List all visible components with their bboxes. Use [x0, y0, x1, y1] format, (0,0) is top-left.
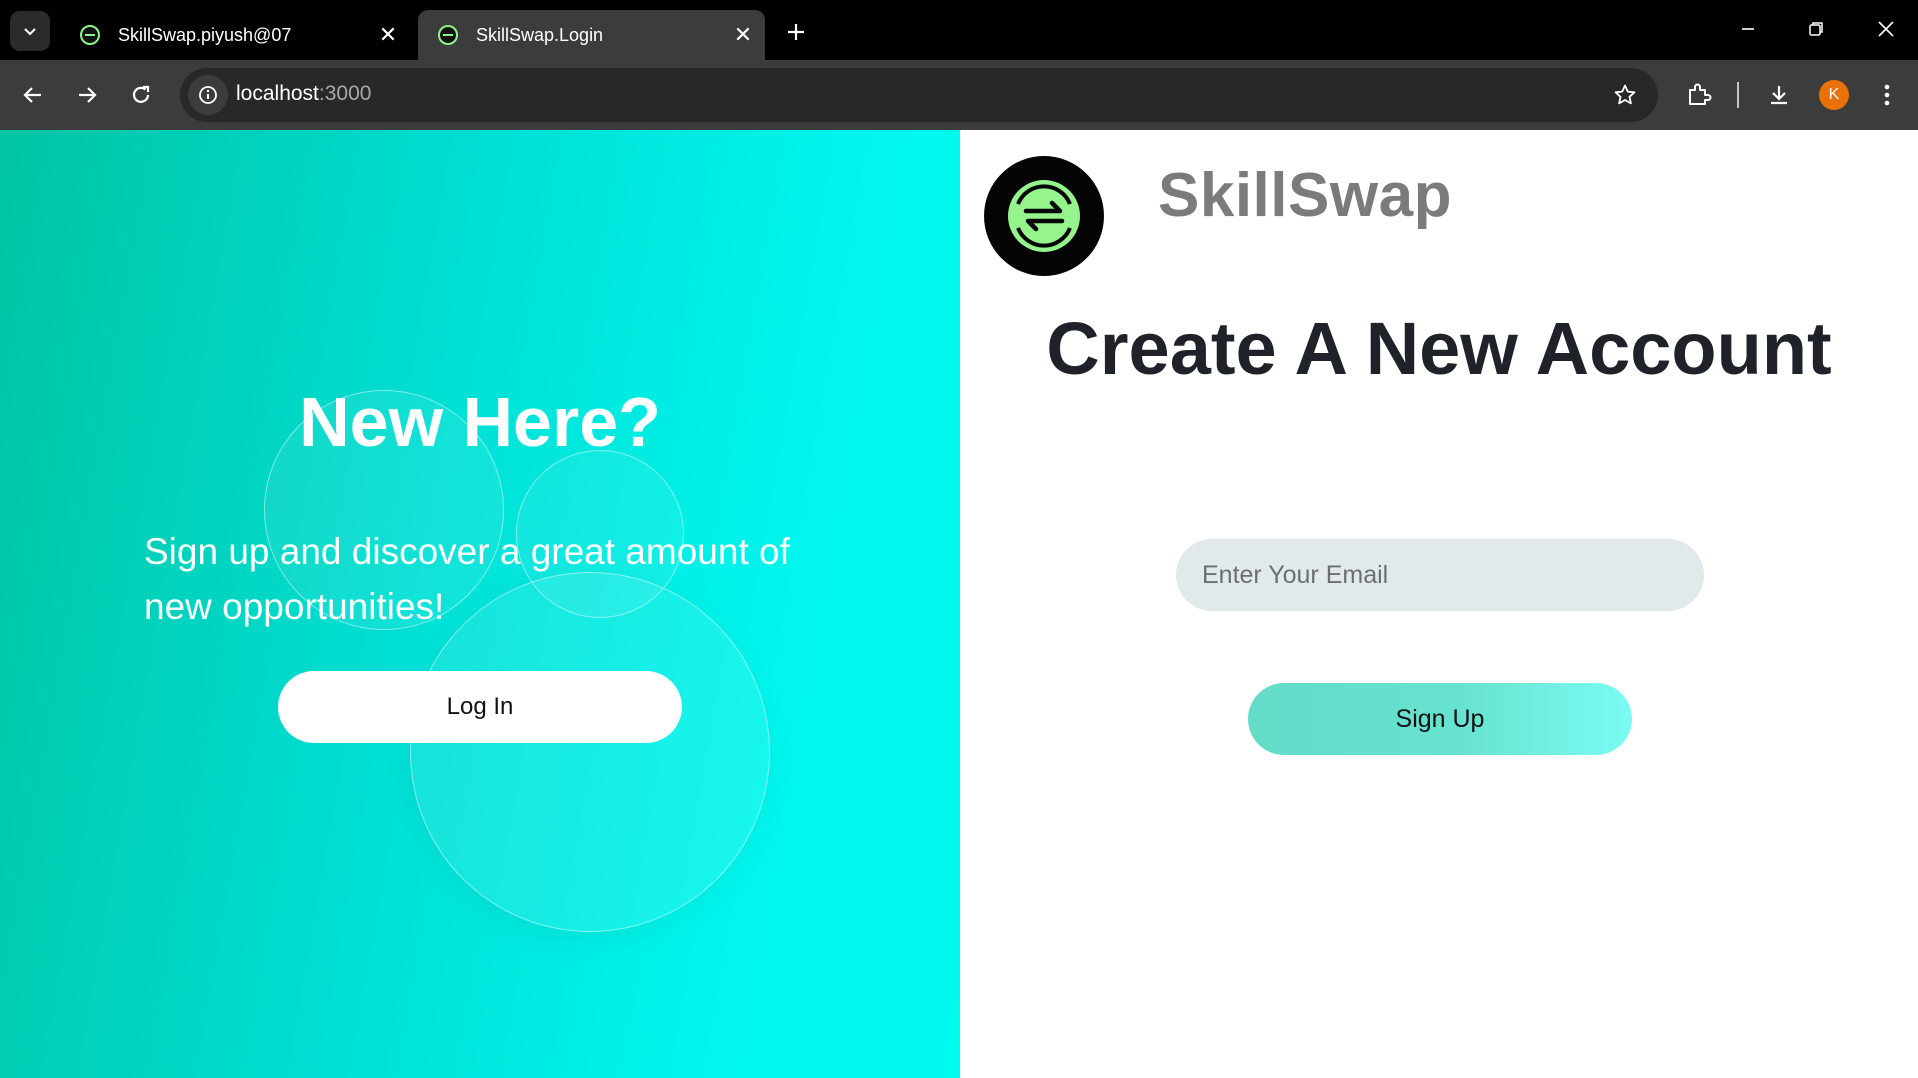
forward-icon: [79, 87, 97, 103]
back-icon: [23, 87, 41, 103]
new-tab-button[interactable]: [776, 12, 816, 52]
chevron-down-icon: [24, 28, 36, 36]
brand-name: SkillSwap: [1158, 161, 1452, 230]
favicon-icon: [438, 25, 458, 45]
url-port: :3000: [318, 82, 372, 105]
back-button[interactable]: [10, 72, 56, 118]
minimize-button[interactable]: [1718, 6, 1778, 52]
close-icon[interactable]: ✕: [721, 15, 765, 55]
bookmark-button[interactable]: [1610, 80, 1640, 110]
site-info-button[interactable]: [188, 75, 228, 115]
profile-avatar[interactable]: K: [1819, 80, 1849, 110]
toolbar-divider: [1737, 82, 1739, 108]
menu-button[interactable]: [1864, 72, 1910, 118]
url-host: localhost: [236, 82, 319, 105]
tab-title: SkillSwap.Login: [476, 24, 604, 45]
signup-button[interactable]: Sign Up: [1248, 683, 1632, 755]
favicon-icon: [80, 25, 100, 45]
url-text: localhost:3000: [236, 82, 371, 106]
extensions-icon: [1689, 83, 1712, 105]
promo-text: Sign up and discover a great amount of n…: [144, 531, 790, 627]
extensions-button[interactable]: [1676, 72, 1722, 118]
minimize-icon: [1742, 28, 1754, 30]
page-title: Create A New Account: [1046, 307, 1832, 390]
restore-icon: [1809, 22, 1823, 36]
site-info-icon: [199, 86, 217, 104]
tab-search-button[interactable]: [10, 11, 50, 51]
forward-button[interactable]: [64, 72, 110, 118]
plus-icon: [788, 24, 804, 40]
reload-icon: [132, 85, 150, 103]
skillswap-logo: [984, 156, 1104, 276]
promo-heading: New Here?: [299, 383, 661, 461]
swap-arrows-icon: [1008, 180, 1080, 252]
email-field[interactable]: [1176, 539, 1704, 611]
downloads-button[interactable]: [1756, 72, 1802, 118]
signup-form-panel: SkillSwap Create A New Account Sign Up: [960, 130, 1918, 1078]
close-icon[interactable]: ✕: [366, 15, 410, 55]
login-button[interactable]: Log In: [278, 671, 682, 743]
tab-title: SkillSwap.piyush@07: [118, 24, 292, 45]
more-icon: [1884, 84, 1890, 106]
tab-skillswap-piyush[interactable]: SkillSwap.piyush@07 ✕: [60, 10, 410, 60]
browser-toolbar: localhost:3000 K: [0, 60, 1918, 130]
close-window-button[interactable]: [1856, 6, 1916, 52]
page-content: New Here? Sign up and discover a great a…: [0, 130, 1918, 1078]
signup-promo-panel: New Here? Sign up and discover a great a…: [0, 130, 960, 1078]
tab-skillswap-login[interactable]: SkillSwap.Login ✕: [418, 10, 765, 60]
reload-button[interactable]: [118, 72, 164, 118]
close-icon: [1878, 21, 1894, 37]
download-icon: [1771, 86, 1787, 105]
address-bar[interactable]: localhost:3000: [180, 68, 1658, 122]
tab-bar: SkillSwap.piyush@07 ✕ SkillSwap.Login ✕: [0, 0, 1918, 60]
star-icon: [1614, 84, 1636, 105]
restore-button[interactable]: [1786, 6, 1846, 52]
